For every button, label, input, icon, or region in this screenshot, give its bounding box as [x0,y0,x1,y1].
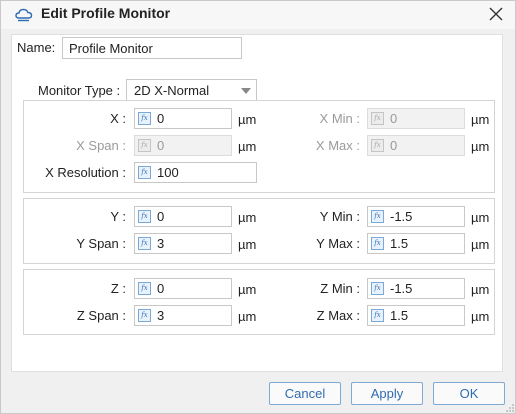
x-value: 0 [157,111,165,126]
z-min-label: Z Min : [320,281,360,296]
ok-button[interactable]: OK [433,382,505,405]
fx-icon[interactable]: fx [138,112,151,125]
x-resolution-value: 100 [157,165,179,180]
x-min-unit: µm [471,112,490,127]
y-span-unit: µm [238,237,257,252]
y-min-label: Y Min : [319,209,360,224]
fx-icon: fx [371,139,384,152]
y-span-label: Y Span : [76,236,126,251]
x-max-value: 0 [390,138,398,153]
z-max-unit: µm [471,309,490,324]
x-span-value: 0 [157,138,165,153]
y-min-field[interactable]: fx -1.5 [367,206,465,227]
close-icon[interactable] [485,3,507,25]
monitor-type-select[interactable]: 2D X-Normal [126,79,257,101]
fx-icon[interactable]: fx [138,210,151,223]
z-max-value: 1.5 [390,308,409,323]
x-max-unit: µm [471,139,490,154]
cloud-icon [15,8,33,22]
x-max-label: X Max : [315,138,360,153]
fx-icon[interactable]: fx [371,282,384,295]
y-span-value: 3 [157,236,165,251]
monitor-type-value: 2D X-Normal [134,83,210,98]
fx-icon[interactable]: fx [138,166,151,179]
fx-icon[interactable]: fx [138,282,151,295]
cancel-button[interactable]: Cancel [269,382,341,405]
fx-icon[interactable]: fx [371,237,384,250]
x-span-label: X Span : [76,138,126,153]
title-bar: Edit Profile Monitor [1,1,515,29]
x-resolution-label: X Resolution : [45,165,126,180]
y-max-label: Y Max : [316,236,360,251]
z-span-field[interactable]: fx 3 [134,305,232,326]
y-max-unit: µm [471,237,490,252]
chevron-down-icon [241,88,251,94]
fx-icon[interactable]: fx [371,210,384,223]
z-span-unit: µm [238,309,257,324]
x-unit: µm [238,112,257,127]
y-label: Y : [110,209,126,224]
z-min-unit: µm [471,282,490,297]
y-value: 0 [157,209,165,224]
x-field[interactable]: fx 0 [134,108,232,129]
y-span-field[interactable]: fx 3 [134,233,232,254]
fx-icon: fx [371,112,384,125]
x-min-label: X Min : [319,111,360,126]
y-max-field[interactable]: fx 1.5 [367,233,465,254]
fx-icon[interactable]: fx [371,309,384,322]
z-min-field[interactable]: fx -1.5 [367,278,465,299]
x-min-field: fx 0 [367,108,465,129]
y-min-unit: µm [471,210,490,225]
z-unit: µm [238,282,257,297]
monitor-type-label: Monitor Type : [38,83,121,98]
z-max-label: Z Max : [316,308,360,323]
fx-icon: fx [138,139,151,152]
z-min-value: -1.5 [390,281,413,296]
y-field[interactable]: fx 0 [134,206,232,227]
y-unit: µm [238,210,257,225]
name-label: Name: [17,40,56,55]
x-min-value: 0 [390,111,398,126]
z-span-value: 3 [157,308,165,323]
z-value: 0 [157,281,165,296]
z-span-label: Z Span : [76,308,126,323]
edit-profile-monitor-dialog: Edit Profile Monitor Name: Profile Monit… [0,0,516,414]
y-max-value: 1.5 [390,236,409,251]
z-field[interactable]: fx 0 [134,278,232,299]
dialog-title: Edit Profile Monitor [41,5,171,21]
x-span-field: fx 0 [134,135,232,156]
x-max-field: fx 0 [367,135,465,156]
fx-icon[interactable]: fx [138,237,151,250]
apply-button[interactable]: Apply [351,382,423,405]
y-min-value: -1.5 [390,209,413,224]
x-resolution-field[interactable]: fx 100 [134,162,257,183]
x-label: X : [110,111,126,126]
z-max-field[interactable]: fx 1.5 [367,305,465,326]
z-label: Z : [110,281,126,296]
x-span-unit: µm [238,139,257,154]
name-input[interactable]: Profile Monitor [62,37,242,59]
fx-icon[interactable]: fx [138,309,151,322]
resize-grip-icon[interactable] [505,403,515,413]
